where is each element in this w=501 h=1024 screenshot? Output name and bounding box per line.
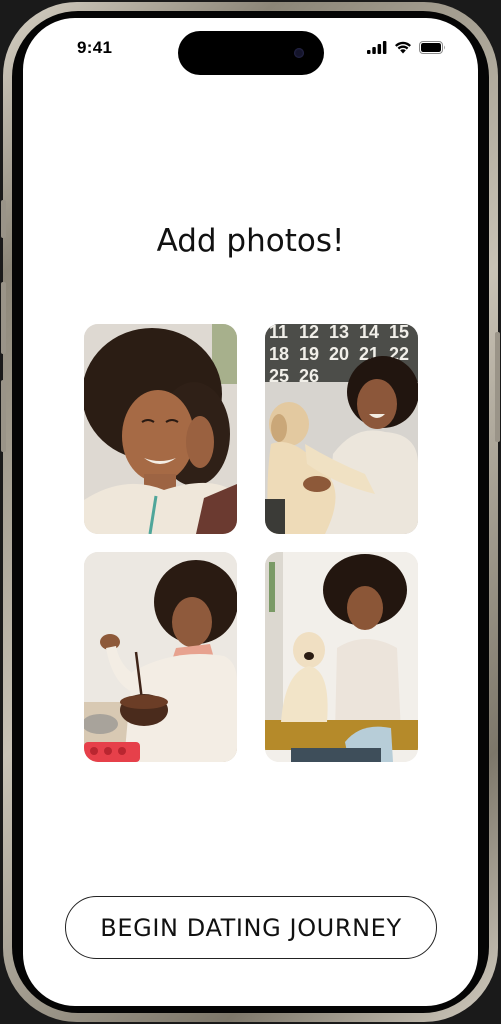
calendar-number: 12 (299, 324, 319, 342)
calendar-number: 18 (269, 344, 289, 364)
status-bar: 9:41 (23, 18, 478, 76)
calendar-number: 15 (389, 324, 409, 342)
calendar-number: 14 (359, 324, 379, 342)
action-button (1, 200, 6, 238)
calendar-number: 13 (329, 324, 349, 342)
photo-with-dog-seated[interactable] (265, 552, 418, 762)
dynamic-island (178, 31, 324, 75)
photo-portrait-hand-on-head[interactable] (84, 324, 237, 534)
begin-dating-journey-button[interactable]: BEGIN DATING JOURNEY (65, 896, 437, 959)
volume-up-button (1, 282, 6, 354)
volume-down-button (1, 380, 6, 452)
power-button (495, 332, 500, 442)
status-time: 9:41 (77, 38, 113, 57)
photo-with-dog-calendar[interactable]: 11 12 13 14 15 18 19 20 21 22 25 26 (265, 324, 418, 534)
photo-baking-chocolate[interactable] (84, 552, 237, 762)
photo-grid: 11 12 13 14 15 18 19 20 21 22 25 26 (84, 324, 418, 764)
signal-icon (367, 40, 387, 54)
wifi-icon (395, 41, 411, 53)
calendar-number: 19 (299, 344, 319, 364)
camera-lens-icon (294, 48, 304, 58)
calendar-number: 11 (269, 324, 288, 342)
battery-icon (419, 40, 445, 54)
page-title: Add photos! (156, 223, 345, 259)
phone-screen: 9:41 Add photos! 11 12 13 14 15 18 19 20… (23, 18, 478, 1006)
status-icons (367, 40, 446, 54)
calendar-number: 20 (329, 344, 349, 364)
